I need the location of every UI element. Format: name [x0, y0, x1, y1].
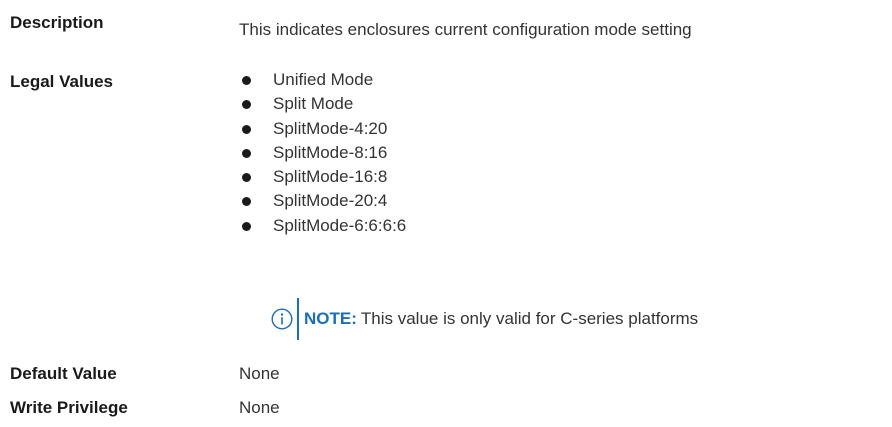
- note-callout: NOTE: This value is only valid for C-ser…: [271, 298, 698, 340]
- legal-values-label: Legal Values: [10, 72, 113, 91]
- write-privilege-value: None: [239, 398, 280, 417]
- bullet-icon: [242, 173, 251, 183]
- bullet-icon: [242, 197, 251, 207]
- list-item: Unified Mode: [239, 68, 406, 92]
- list-item: Split Mode: [239, 92, 406, 116]
- list-item: SplitMode-8:16: [239, 141, 406, 165]
- bullet-icon: [242, 221, 251, 231]
- note-title: NOTE:: [304, 309, 357, 328]
- list-item-text: Split Mode: [273, 94, 354, 114]
- description-value: This indicates enclosures current config…: [239, 20, 692, 39]
- list-item-text: SplitMode-20:4: [273, 191, 388, 211]
- list-item-text: SplitMode-6:6:6:6: [273, 215, 407, 235]
- list-item-text: SplitMode-16:8: [273, 167, 388, 187]
- info-icon: [271, 308, 293, 330]
- list-item: SplitMode-6:6:6:6: [239, 214, 406, 238]
- write-privilege-label: Write Privilege: [10, 398, 128, 417]
- list-item-text: Unified Mode: [273, 70, 374, 89]
- default-value-label: Default Value: [10, 364, 117, 383]
- bullet-icon: [242, 148, 251, 158]
- bullet-icon: [242, 100, 251, 110]
- list-item: SplitMode-16:8: [239, 165, 406, 189]
- note-divider: [297, 298, 299, 340]
- list-item: SplitMode-20:4: [239, 189, 406, 213]
- list-item-text: SplitMode-4:20: [273, 118, 388, 138]
- description-label: Description: [10, 13, 104, 32]
- bullet-icon: [242, 124, 251, 134]
- note-text: This value is only valid for C-series pl…: [360, 309, 699, 328]
- list-item: SplitMode-4:20: [239, 117, 406, 141]
- list-item-text: SplitMode-8:16: [273, 142, 388, 162]
- legal-values-list: Unified Mode Split Mode SplitMode-4:20 S…: [239, 68, 406, 238]
- default-value-value: None: [239, 364, 280, 383]
- bullet-icon: [242, 76, 251, 85]
